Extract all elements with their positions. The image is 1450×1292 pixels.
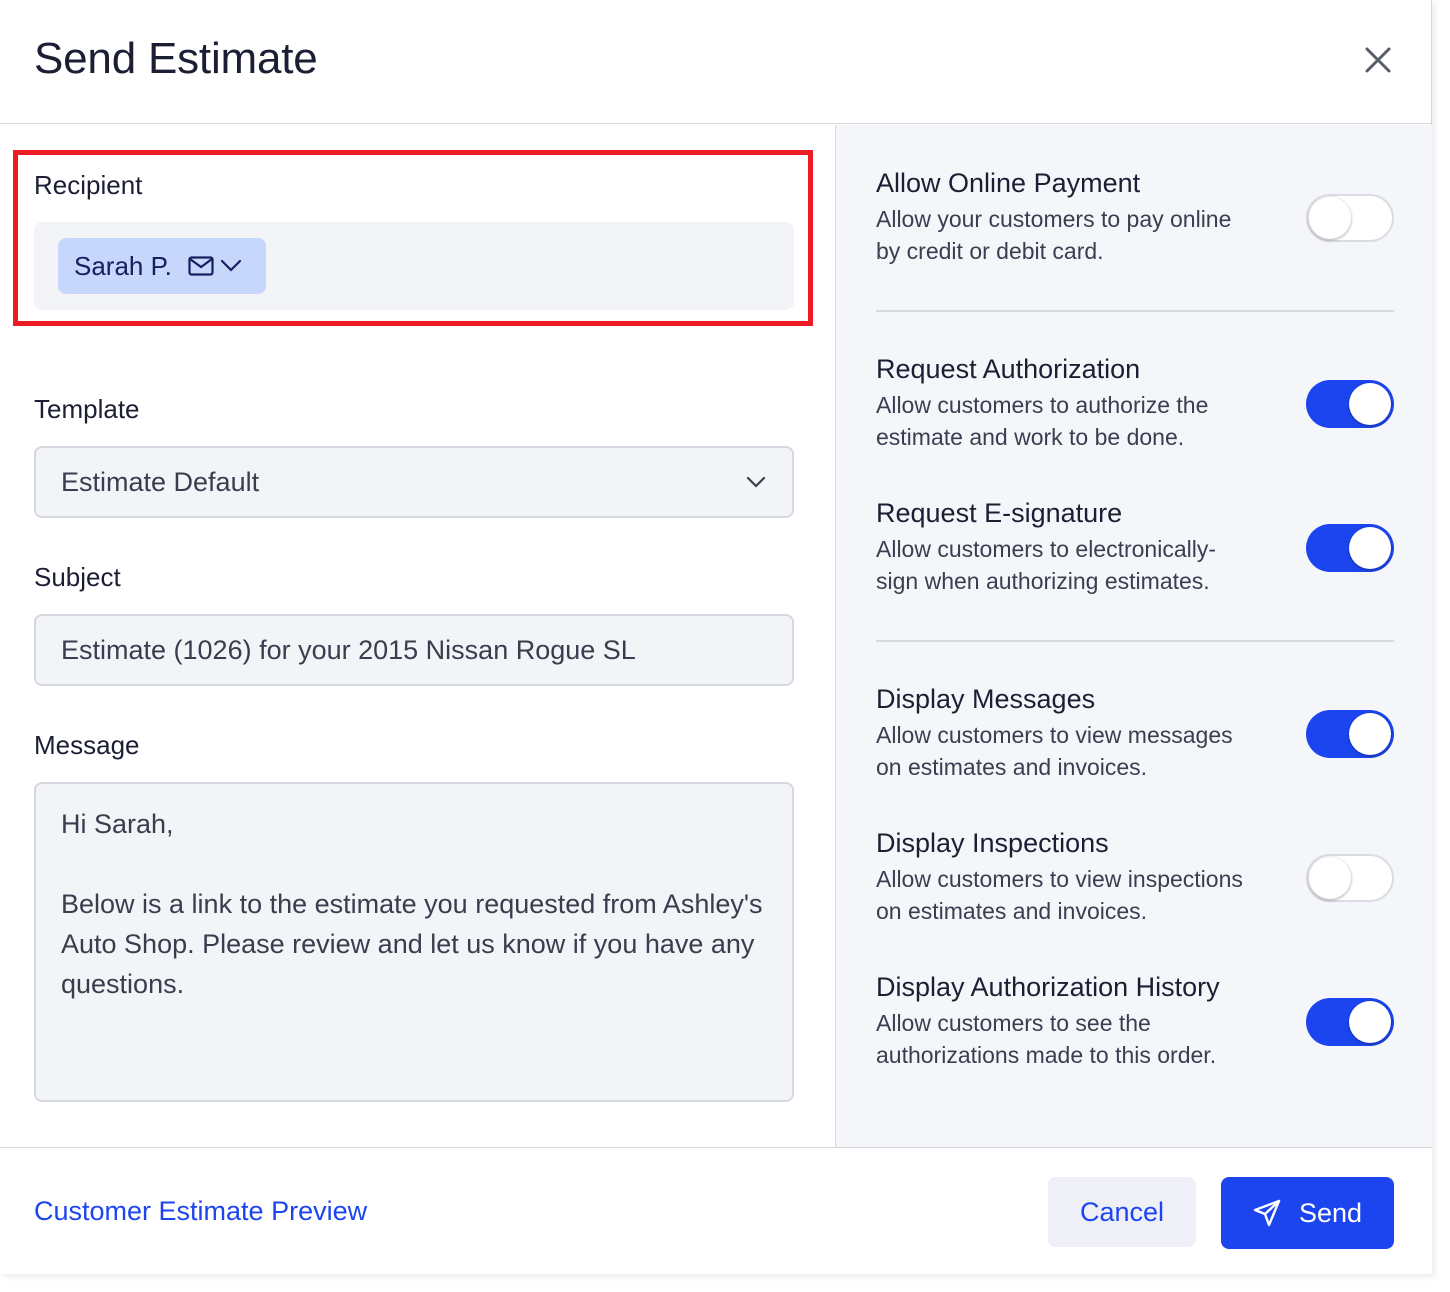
option-description: Allow customers to view messages on estim… [876,722,1233,780]
option-title: Display Messages [876,684,1096,714]
option-description: Allow customers to see the authorizations… [876,1010,1217,1068]
option-description: Allow customers to electronically-sign w… [876,536,1217,594]
message-body: Below is a link to the estimate you requ… [61,889,763,999]
message-greeting: Hi Sarah, [61,809,174,839]
close-icon [1365,47,1391,73]
dialog-title: Send Estimate [34,34,318,83]
option-title: Display Authorization History [876,972,1220,1002]
toggle-request-authorization[interactable] [1306,380,1394,428]
recipient-chip[interactable]: Sarah P. [58,238,266,294]
option-display-messages: Display Messages Allow customers to view… [876,684,1296,783]
toggle-display-inspections[interactable] [1306,854,1394,902]
template-select-value: Estimate Default [61,466,260,497]
send-button[interactable]: Send [1221,1177,1394,1249]
recipient-field[interactable]: Sarah P. [34,222,794,310]
divider [876,310,1394,312]
option-title: Allow Online Payment [876,168,1141,198]
mail-icon [188,256,214,276]
customer-estimate-preview-link[interactable]: Customer Estimate Preview [34,1196,367,1227]
option-title: Request E-signature [876,498,1123,528]
toggle-request-e-signature[interactable] [1306,524,1394,572]
option-description: Allow customers to view inspections on es… [876,866,1243,924]
send-button-label: Send [1298,1197,1363,1228]
option-request-authorization: Request Authorization Allow customers to… [876,354,1296,453]
recipient-label: Recipient [34,170,143,200]
dialog-header: Send Estimate [0,0,1432,124]
divider [876,640,1394,642]
option-display-inspections: Display Inspections Allow customers to v… [876,828,1296,927]
option-title: Request Authorization [876,354,1141,384]
option-allow-online-payment: Allow Online Payment Allow your customer… [876,168,1296,267]
template-label: Template [34,394,140,424]
toggle-allow-online-payment[interactable] [1306,194,1394,242]
subject-input-value: Estimate (1026) for your 2015 Nissan Rog… [61,634,636,665]
close-button[interactable] [1358,40,1398,80]
option-description: Allow customers to authorize the estimate… [876,392,1209,450]
send-icon [1253,1199,1281,1227]
subject-label: Subject [34,562,121,592]
cancel-button[interactable]: Cancel [1048,1177,1196,1247]
send-estimate-dialog: Send Estimate Recipient Sarah P. Templat… [0,0,1432,1274]
toggle-display-authorization-history[interactable] [1306,998,1394,1046]
template-select[interactable]: Estimate Default [34,446,794,518]
chevron-down-icon[interactable] [220,259,242,273]
option-title: Display Inspections [876,828,1109,858]
option-display-authorization-history: Display Authorization History Allow cust… [876,972,1296,1071]
option-request-e-signature: Request E-signature Allow customers to e… [876,498,1296,597]
subject-input[interactable]: Estimate (1026) for your 2015 Nissan Rog… [34,614,794,686]
cancel-button-label: Cancel [1079,1196,1165,1227]
chevron-down-icon [746,476,766,488]
message-textarea[interactable]: Hi Sarah, Below is a link to the estimat… [34,782,794,1102]
message-label: Message [34,730,140,760]
recipient-chip-name: Sarah P. [74,250,172,281]
option-description: Allow your customers to pay online by cre… [876,206,1232,264]
toggle-display-messages[interactable] [1306,710,1394,758]
